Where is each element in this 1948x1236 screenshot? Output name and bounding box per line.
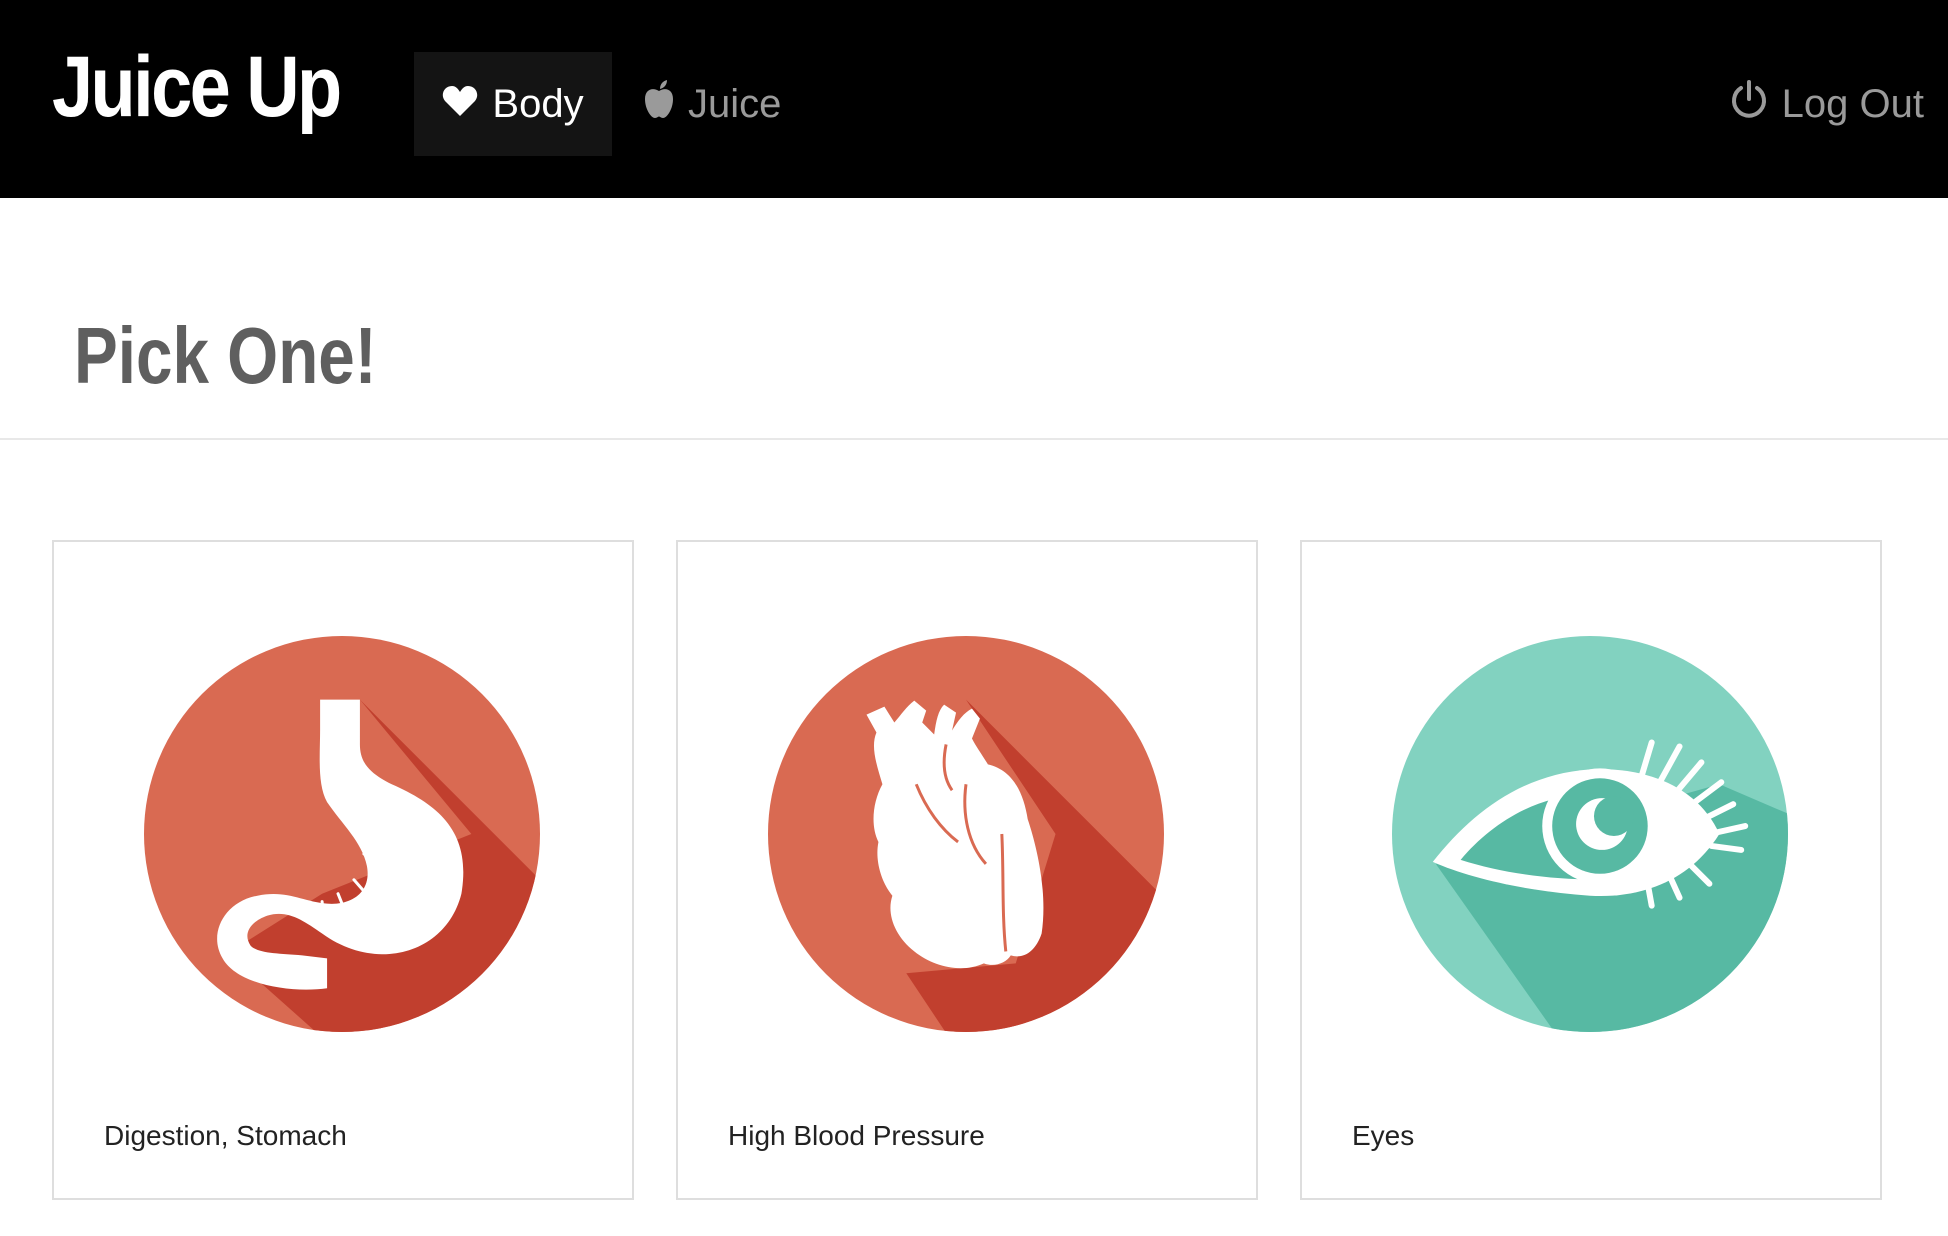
page-title: Pick One! [74,311,377,400]
page-header: Pick One! [0,198,1948,440]
card-label: Digestion, Stomach [104,1120,347,1151]
top-navbar: Juice Up Body Juice Log Out [0,0,1948,198]
card-eyes[interactable]: Eyes [1300,540,1882,1200]
card-label: Eyes [1352,1120,1415,1151]
stomach-icon [143,635,541,1033]
heart-organ-icon [767,635,1165,1033]
apple-icon [644,79,674,129]
logout-label: Log Out [1781,81,1924,126]
logout-button[interactable]: Log Out [1730,52,1924,156]
card-label: High Blood Pressure [728,1120,985,1151]
nav-tab-body[interactable]: Body [414,52,612,156]
eye-icon [1391,635,1789,1033]
power-icon [1730,79,1768,129]
nav-tab-label: Body [492,81,584,126]
nav-tab-juice[interactable]: Juice [644,52,781,156]
card-digestion-stomach[interactable]: Digestion, Stomach [52,540,634,1200]
brand-logo[interactable]: Juice Up [52,38,342,137]
heart-icon [442,82,478,127]
card-high-blood-pressure[interactable]: High Blood Pressure [676,540,1258,1200]
nav-tab-label: Juice [688,81,782,126]
